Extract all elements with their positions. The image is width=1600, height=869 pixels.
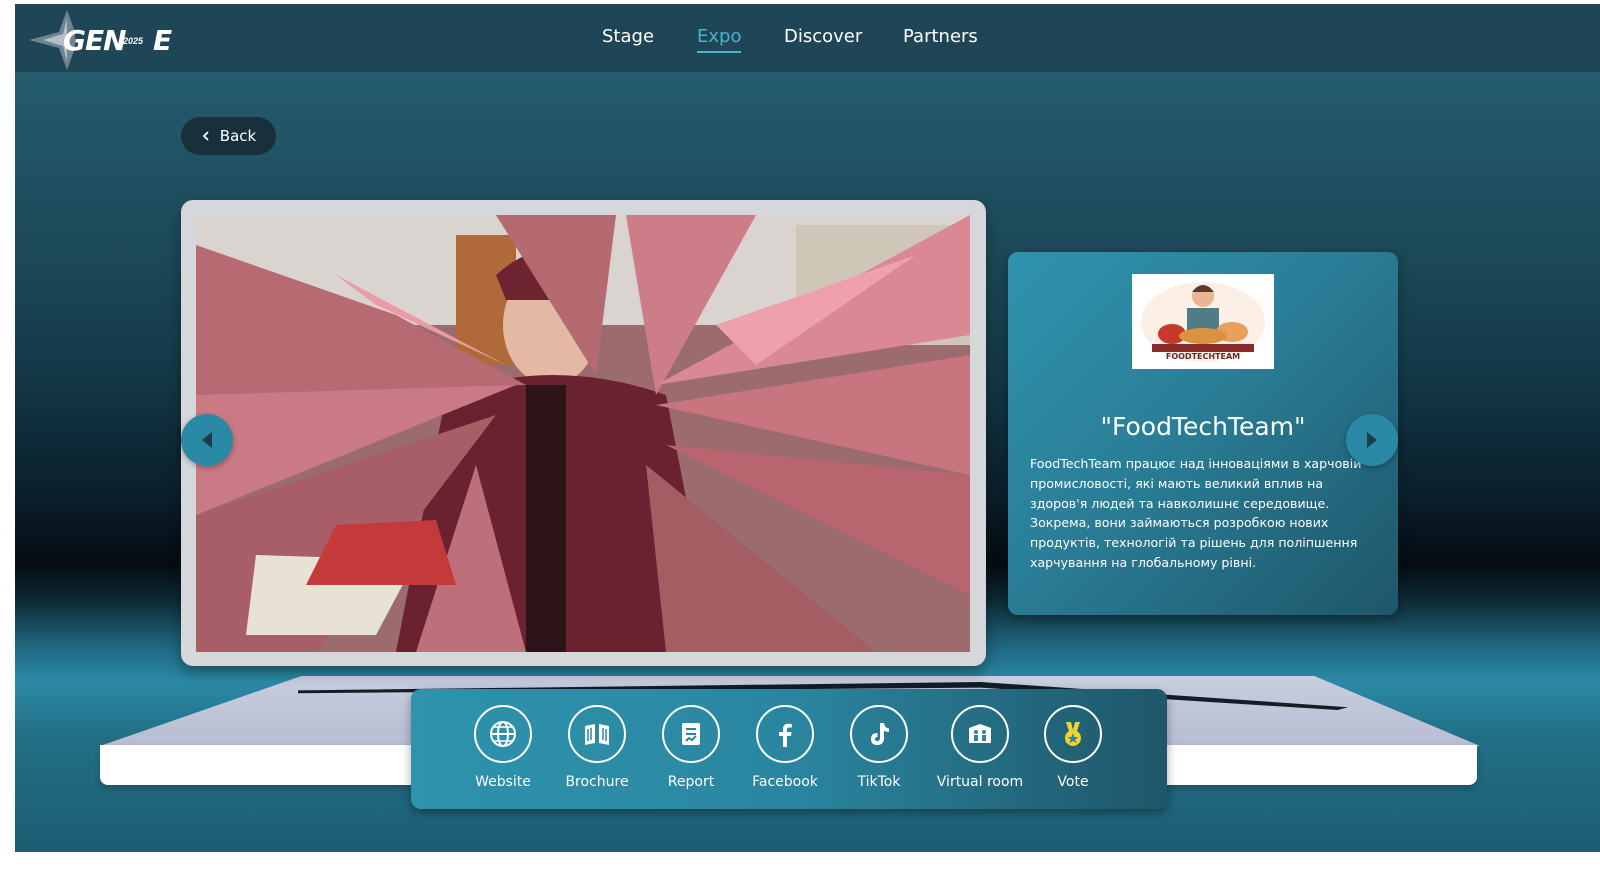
website-action[interactable]: Website (453, 705, 553, 790)
team-title: "FoodTechTeam" (1100, 412, 1306, 441)
tiktok-icon (871, 723, 889, 745)
chevron-left-icon (202, 131, 209, 141)
logo-year: 2025 (123, 36, 144, 46)
facebook-label: Facebook (752, 774, 818, 790)
logo-text: GEN (63, 24, 127, 57)
team-info-card: FOODTECHTEAM "FoodTechTeam" FoodTechTeam… (1008, 252, 1398, 615)
expo-stage: GEN 2025 E Stage Expo Discover Partners … (15, 4, 1600, 852)
virtual-room-label: Virtual room (936, 774, 1024, 790)
logo-suffix: E (153, 24, 173, 57)
nav-discover[interactable]: Discover (784, 26, 862, 51)
brochure-label: Brochure (565, 774, 629, 790)
virtual-room-icon (969, 724, 991, 743)
facebook-circle (756, 705, 814, 763)
website-circle (474, 705, 532, 763)
vote-label: Vote (1057, 774, 1089, 790)
team-logo: FOODTECHTEAM (1132, 274, 1274, 369)
tiktok-circle (850, 705, 908, 763)
medal-icon (1065, 722, 1081, 746)
previous-button[interactable] (181, 414, 233, 466)
next-button[interactable] (1346, 414, 1398, 466)
vote-circle (1044, 705, 1102, 763)
genze-logo[interactable]: GEN 2025 E (29, 10, 173, 70)
report-icon (682, 723, 700, 745)
action-bar: Website Brochure Report Facebook TikTok … (411, 689, 1167, 809)
triangle-right-icon (1367, 432, 1377, 448)
back-label: Back (219, 127, 257, 145)
team-description: FoodTechTeam працює над інноваціями в ха… (1030, 456, 1362, 570)
foodtechteam-logo-image: FOODTECHTEAM (1141, 282, 1265, 362)
brochure-circle (568, 705, 626, 763)
video-frame (181, 200, 986, 666)
report-circle (662, 705, 720, 763)
tiktok-action[interactable]: TikTok (829, 705, 929, 790)
team-logo-text: FOODTECHTEAM (1166, 352, 1240, 361)
video-player[interactable] (196, 215, 970, 652)
top-navigation-bar: GEN 2025 E Stage Expo Discover Partners (15, 4, 1600, 72)
virtual-room-circle (951, 705, 1009, 763)
back-button[interactable]: Back (181, 117, 276, 155)
nav-partners[interactable]: Partners (903, 26, 978, 51)
book-icon (585, 724, 609, 745)
tiktok-label: TikTok (857, 774, 901, 790)
nav-expo[interactable]: Expo (697, 26, 742, 53)
globe-icon (490, 721, 516, 747)
report-label: Report (667, 774, 715, 790)
report-action[interactable]: Report (641, 705, 741, 790)
vote-action[interactable]: Vote (1023, 705, 1123, 790)
nav-stage[interactable]: Stage (602, 26, 654, 51)
facebook-action[interactable]: Facebook (735, 705, 835, 790)
brochure-action[interactable]: Brochure (547, 705, 647, 790)
virtual-room-action[interactable]: Virtual room (923, 705, 1037, 790)
website-label: Website (475, 774, 531, 790)
triangle-left-icon (202, 432, 212, 448)
facebook-icon (779, 723, 792, 747)
video-frame-image (196, 215, 970, 652)
